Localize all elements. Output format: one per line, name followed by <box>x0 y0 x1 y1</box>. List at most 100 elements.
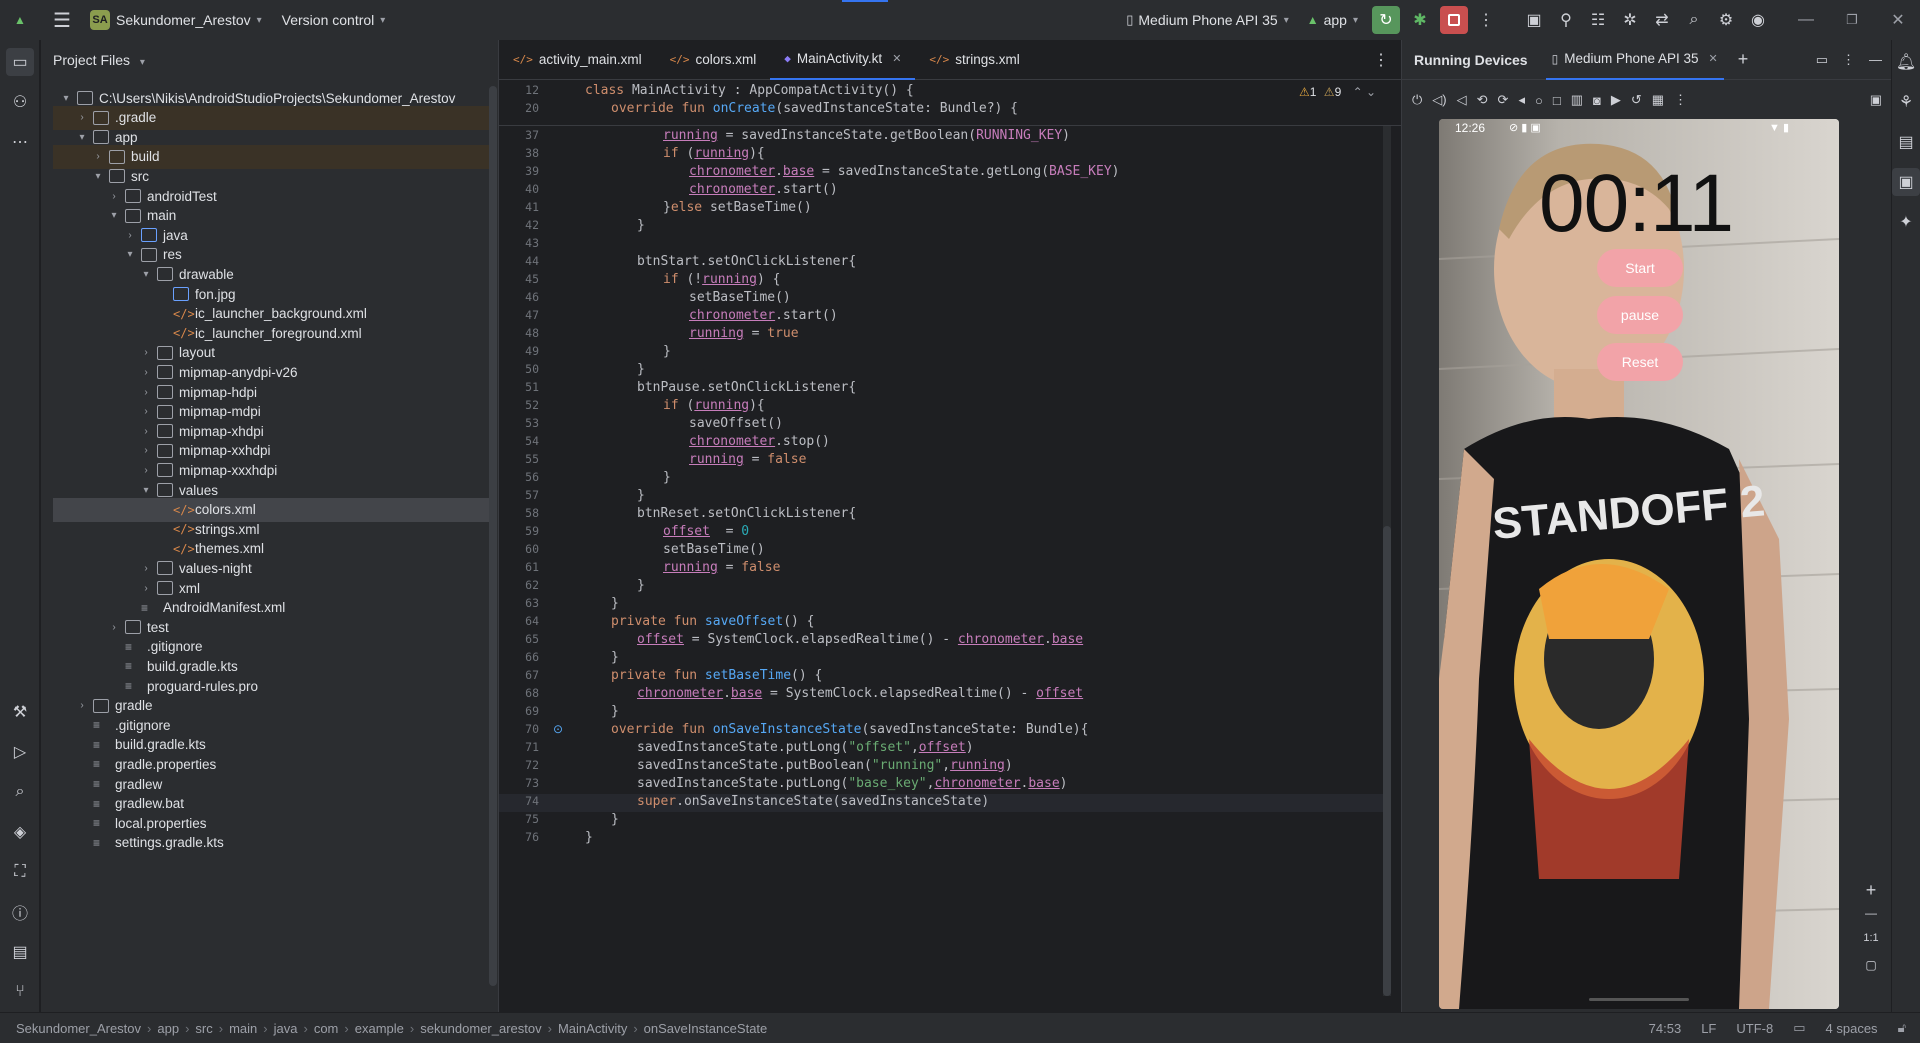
project-selector[interactable]: SA Sekundomer_Arestov ▾ <box>90 10 262 30</box>
caret-position[interactable]: 74:53 <box>1649 1021 1682 1036</box>
scroll-thumb[interactable] <box>1383 526 1391 996</box>
code-area[interactable]: 37 running = savedInstanceState.getBoolea… <box>499 126 1389 1012</box>
code-line[interactable]: savedInstanceState.putLong("base_key",ch… <box>637 776 1068 791</box>
chevron-right-icon[interactable]: › <box>107 191 121 202</box>
build-hammer-icon[interactable]: ⚒ <box>6 698 34 726</box>
find-icon[interactable]: ⌕ <box>6 778 34 806</box>
chevron-right-icon[interactable]: › <box>139 367 153 378</box>
code-line[interactable]: private fun setBaseTime() { <box>611 668 822 683</box>
zoom-fit-icon[interactable]: ▢ <box>1858 958 1884 984</box>
breadcrumb-item[interactable]: com <box>314 1021 339 1036</box>
chevron-right-icon[interactable]: › <box>91 151 105 162</box>
chevron-down-icon[interactable]: ▾ <box>107 210 121 221</box>
device-explorer-icon[interactable]: ▤ <box>1892 128 1920 156</box>
code-line[interactable]: btnStart.setOnClickListener{ <box>637 254 856 269</box>
editor-tab[interactable]: </> colors.xml <box>656 40 771 80</box>
mirror-icon[interactable]: ▣ <box>1870 92 1882 108</box>
emulator-screen[interactable]: STANDOFF 2 12:26 ⊘ ▮ ▣ ▼ ▮ 00:11 Start p… <box>1439 119 1839 1009</box>
code-line[interactable]: } <box>611 650 619 665</box>
code-line[interactable]: if (running){ <box>663 146 765 161</box>
gemini-icon[interactable]: ◈ <box>6 818 34 846</box>
code-line[interactable]: override fun onSaveInstanceState(savedIn… <box>611 722 1088 737</box>
chevron-right-icon[interactable]: › <box>123 230 137 241</box>
code-line[interactable]: saveOffset() <box>689 416 783 431</box>
chevron-right-icon[interactable]: › <box>75 112 89 123</box>
add-device-icon[interactable]: + <box>1738 49 1749 70</box>
window-layout-icon[interactable]: ▭ <box>1816 52 1828 68</box>
code-line[interactable]: running = false <box>663 560 780 575</box>
chevron-right-icon[interactable]: › <box>139 387 153 398</box>
chevron-right-icon[interactable]: › <box>139 465 153 476</box>
code-line[interactable]: } <box>637 362 645 377</box>
breadcrumb-item[interactable]: app <box>157 1021 179 1036</box>
code-line[interactable]: super.onSaveInstanceState(savedInstanceS… <box>637 794 989 809</box>
minimize-icon[interactable]: — <box>1792 6 1820 34</box>
chevron-down-icon[interactable]: ▾ <box>139 485 153 496</box>
home-icon[interactable]: ○ <box>1535 93 1543 108</box>
run-icon[interactable]: ▷ <box>6 738 34 766</box>
code-line[interactable]: offset = SystemClock.elapsedRealtime() -… <box>637 632 1083 647</box>
rotate-right-icon[interactable]: ⟳ <box>1498 92 1509 108</box>
chevron-down-icon[interactable]: ▾ <box>139 269 153 280</box>
chevron-right-icon[interactable]: › <box>139 406 153 417</box>
code-line[interactable]: } <box>637 488 645 503</box>
maximize-icon[interactable]: ❐ <box>1838 6 1866 34</box>
run-config-selector[interactable]: ▲ app ▾ <box>1307 12 1358 28</box>
zoom-in-icon[interactable]: + <box>1858 880 1884 906</box>
version-control-menu[interactable]: Version control ▾ <box>282 12 386 28</box>
chevron-right-icon[interactable]: › <box>75 700 89 711</box>
sync-icon[interactable]: ⇄ <box>1648 6 1676 34</box>
code-line[interactable]: } <box>663 470 671 485</box>
chevron-right-icon[interactable]: › <box>139 445 153 456</box>
reset-button[interactable]: Reset <box>1597 343 1683 381</box>
plugins-icon[interactable]: ✲ <box>1616 6 1644 34</box>
code-line[interactable]: } <box>663 344 671 359</box>
chevron-right-icon[interactable]: › <box>107 622 121 633</box>
close-tab-icon[interactable]: ✕ <box>892 52 901 65</box>
settings-gear-icon[interactable]: ⚙ <box>1712 6 1740 34</box>
search-icon[interactable]: ⌕ <box>1680 6 1708 34</box>
resource-manager-icon[interactable]: ⚇ <box>6 88 34 116</box>
indent-setting[interactable]: 4 spaces <box>1826 1021 1878 1036</box>
zoom-actual-size[interactable]: 1:1 <box>1858 932 1884 958</box>
extended-controls-icon[interactable]: ▦ <box>1652 92 1664 108</box>
overview-icon[interactable]: □ <box>1553 93 1561 108</box>
code-line[interactable]: } <box>611 596 619 611</box>
terminal-icon[interactable]: ▤ <box>6 938 34 966</box>
code-line[interactable]: setBaseTime() <box>689 290 791 305</box>
screenshot-icon[interactable]: ◙ <box>1593 93 1601 108</box>
hide-panel-icon[interactable]: — <box>1869 52 1882 67</box>
screen-record-icon[interactable]: ▶ <box>1611 92 1621 108</box>
breadcrumb-item[interactable]: Sekundomer_Arestov <box>16 1021 141 1036</box>
tree-item[interactable]: ≡ settings.gradle.kts <box>53 831 493 855</box>
breadcrumb-item[interactable]: MainActivity <box>558 1021 627 1036</box>
project-panel-title[interactable]: Project Files ▾ <box>53 52 145 68</box>
breadcrumb-item[interactable]: src <box>195 1021 212 1036</box>
code-line[interactable]: } <box>611 704 619 719</box>
editor-scrollbar[interactable] <box>1383 126 1391 996</box>
volume-down-icon[interactable]: ◁ <box>1457 92 1467 108</box>
code-line[interactable]: } <box>585 830 593 845</box>
comment-icon[interactable]: ▭ <box>1793 1020 1805 1036</box>
chevron-right-icon[interactable]: › <box>139 563 153 574</box>
account-icon[interactable]: ◉ <box>1744 6 1772 34</box>
pause-button[interactable]: pause <box>1597 296 1683 334</box>
code-line[interactable]: chronometer.start() <box>689 182 838 197</box>
chevron-down-icon[interactable]: ▾ <box>59 93 73 104</box>
code-line[interactable]: chronometer.base = savedInstanceState.ge… <box>689 164 1120 179</box>
app-quality-icon[interactable]: ⛶ <box>6 858 34 886</box>
code-line[interactable]: }else setBaseTime() <box>663 200 812 215</box>
project-folder-icon[interactable]: ▭ <box>6 48 34 76</box>
lock-icon[interactable]: 🔓︎ <box>1898 1020 1906 1036</box>
chevron-right-icon[interactable]: › <box>139 426 153 437</box>
device-manager-icon[interactable]: ▣ <box>1520 6 1548 34</box>
volume-up-icon[interactable]: ◁) <box>1432 92 1446 108</box>
breadcrumb-item[interactable]: main <box>229 1021 257 1036</box>
code-line[interactable]: private fun saveOffset() { <box>611 614 815 629</box>
code-line[interactable]: setBaseTime() <box>663 542 765 557</box>
code-line[interactable]: } <box>637 218 645 233</box>
gradle-icon[interactable]: ⚘ <box>1892 88 1920 116</box>
code-line[interactable]: chronometer.stop() <box>689 434 830 449</box>
breadcrumb-item[interactable]: sekundomer_arestov <box>420 1021 541 1036</box>
code-line[interactable]: chronometer.base = SystemClock.elapsedRe… <box>637 686 1083 701</box>
